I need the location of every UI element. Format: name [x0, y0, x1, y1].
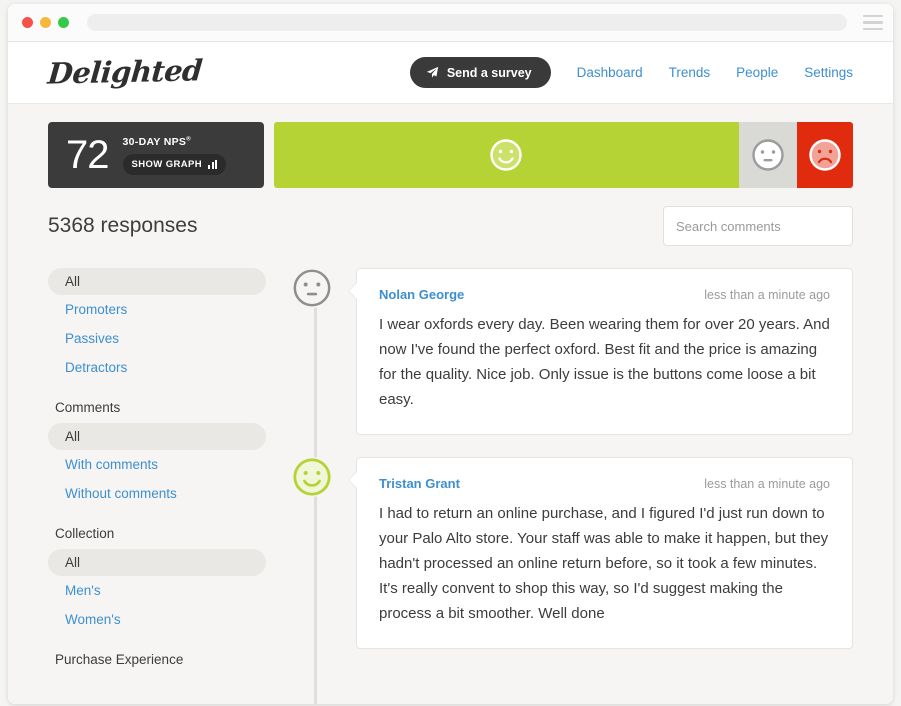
close-window-button[interactable]	[22, 17, 33, 28]
responses-feed: Nolan George less than a minute ago I we…	[292, 268, 853, 704]
filter-with-comments[interactable]: With comments	[48, 450, 266, 479]
timeline-connector	[314, 300, 317, 704]
bar-chart-icon	[208, 159, 217, 169]
filter-collection-all[interactable]: All	[48, 549, 266, 576]
nav-link-dashboard[interactable]: Dashboard	[577, 65, 643, 80]
search-input[interactable]	[676, 218, 852, 234]
score-row: 72 30-DAY NPS® SHOW GRAPH	[8, 104, 893, 192]
app-header: Delighted Send a survey Dashboard Trends…	[8, 42, 893, 104]
traffic-lights	[22, 17, 69, 28]
search-comments-box[interactable]	[663, 206, 853, 246]
nps-score-label: 30-DAY NPS®	[123, 136, 227, 148]
group-title-purchase-experience: Purchase Experience	[55, 652, 184, 667]
neutral-face-icon	[293, 269, 331, 307]
feed-entry: Tristan Grant less than a minute ago I h…	[292, 457, 853, 649]
comment-text: I wear oxfords every day. Been wearing t…	[379, 316, 830, 408]
comment-author[interactable]: Tristan Grant	[379, 476, 460, 491]
nav-link-settings[interactable]: Settings	[804, 65, 853, 80]
comment-card-header: Nolan George less than a minute ago	[379, 287, 830, 302]
nps-label-registered-mark: ®	[186, 136, 191, 142]
filter-comments-all[interactable]: All	[48, 423, 266, 450]
filter-promoters[interactable]: Promoters	[48, 295, 266, 324]
filter-sentiment-all[interactable]: All	[48, 268, 266, 295]
hamburger-menu-icon[interactable]	[863, 14, 883, 31]
comment-timestamp: less than a minute ago	[704, 477, 830, 491]
address-bar[interactable]	[87, 14, 847, 31]
comment-author[interactable]: Nolan George	[379, 287, 464, 302]
nav-link-people[interactable]: People	[736, 65, 778, 80]
happy-face-icon	[293, 458, 331, 496]
nps-score-value: 72	[66, 133, 109, 177]
feed-face-passive	[292, 268, 332, 308]
comment-card: Tristan Grant less than a minute ago I h…	[348, 457, 853, 649]
page-body: 72 30-DAY NPS® SHOW GRAPH 5368 responses…	[8, 104, 893, 704]
browser-window: Delighted Send a survey Dashboard Trends…	[8, 4, 893, 704]
nps-score-card: 72 30-DAY NPS® SHOW GRAPH	[48, 122, 264, 188]
filter-without-comments[interactable]: Without comments	[48, 479, 266, 508]
comment-card: Nolan George less than a minute ago I we…	[348, 268, 853, 435]
segment-detractors[interactable]	[797, 122, 853, 188]
main-columns: All Promoters Passives Detractors Commen…	[8, 246, 893, 704]
browser-chrome	[8, 4, 893, 42]
filter-passives[interactable]: Passives	[48, 324, 266, 353]
segment-promoters[interactable]	[274, 122, 739, 188]
happy-face-icon	[490, 139, 523, 171]
minimize-window-button[interactable]	[40, 17, 51, 28]
send-survey-label: Send a survey	[446, 65, 532, 80]
comment-text: I had to return an online purchase, and …	[379, 505, 829, 622]
filter-womens[interactable]: Women's	[48, 605, 266, 634]
main-nav: Send a survey Dashboard Trends People Se…	[409, 57, 853, 88]
responses-row: 5368 responses	[8, 192, 893, 246]
nps-label-text: 30-DAY NPS	[122, 135, 187, 148]
comment-timestamp: less than a minute ago	[704, 288, 830, 302]
segment-passives[interactable]	[738, 122, 798, 188]
zoom-window-button[interactable]	[58, 17, 69, 28]
filter-mens[interactable]: Men's	[48, 576, 266, 605]
show-graph-button[interactable]: SHOW GRAPH	[122, 153, 226, 175]
delighted-logo[interactable]: Delighted	[46, 53, 203, 90]
comment-card-header: Tristan Grant less than a minute ago	[379, 476, 830, 491]
show-graph-label: SHOW GRAPH	[131, 158, 202, 170]
feed-entry: Nolan George less than a minute ago I we…	[292, 268, 853, 435]
nav-link-trends[interactable]: Trends	[669, 65, 711, 80]
send-survey-button[interactable]: Send a survey	[409, 57, 551, 88]
feed-face-promoter	[292, 457, 332, 497]
nps-segment-bar	[274, 122, 853, 188]
filter-detractors[interactable]: Detractors	[48, 353, 266, 382]
group-title-collection: Collection	[55, 526, 115, 541]
responses-count: 5368 responses	[48, 214, 198, 237]
group-title-comments: Comments	[55, 400, 121, 415]
neutral-face-icon	[752, 139, 784, 171]
filters-sidebar: All Promoters Passives Detractors Commen…	[48, 268, 266, 675]
sad-face-icon	[809, 139, 841, 171]
paper-plane-icon	[426, 66, 439, 78]
